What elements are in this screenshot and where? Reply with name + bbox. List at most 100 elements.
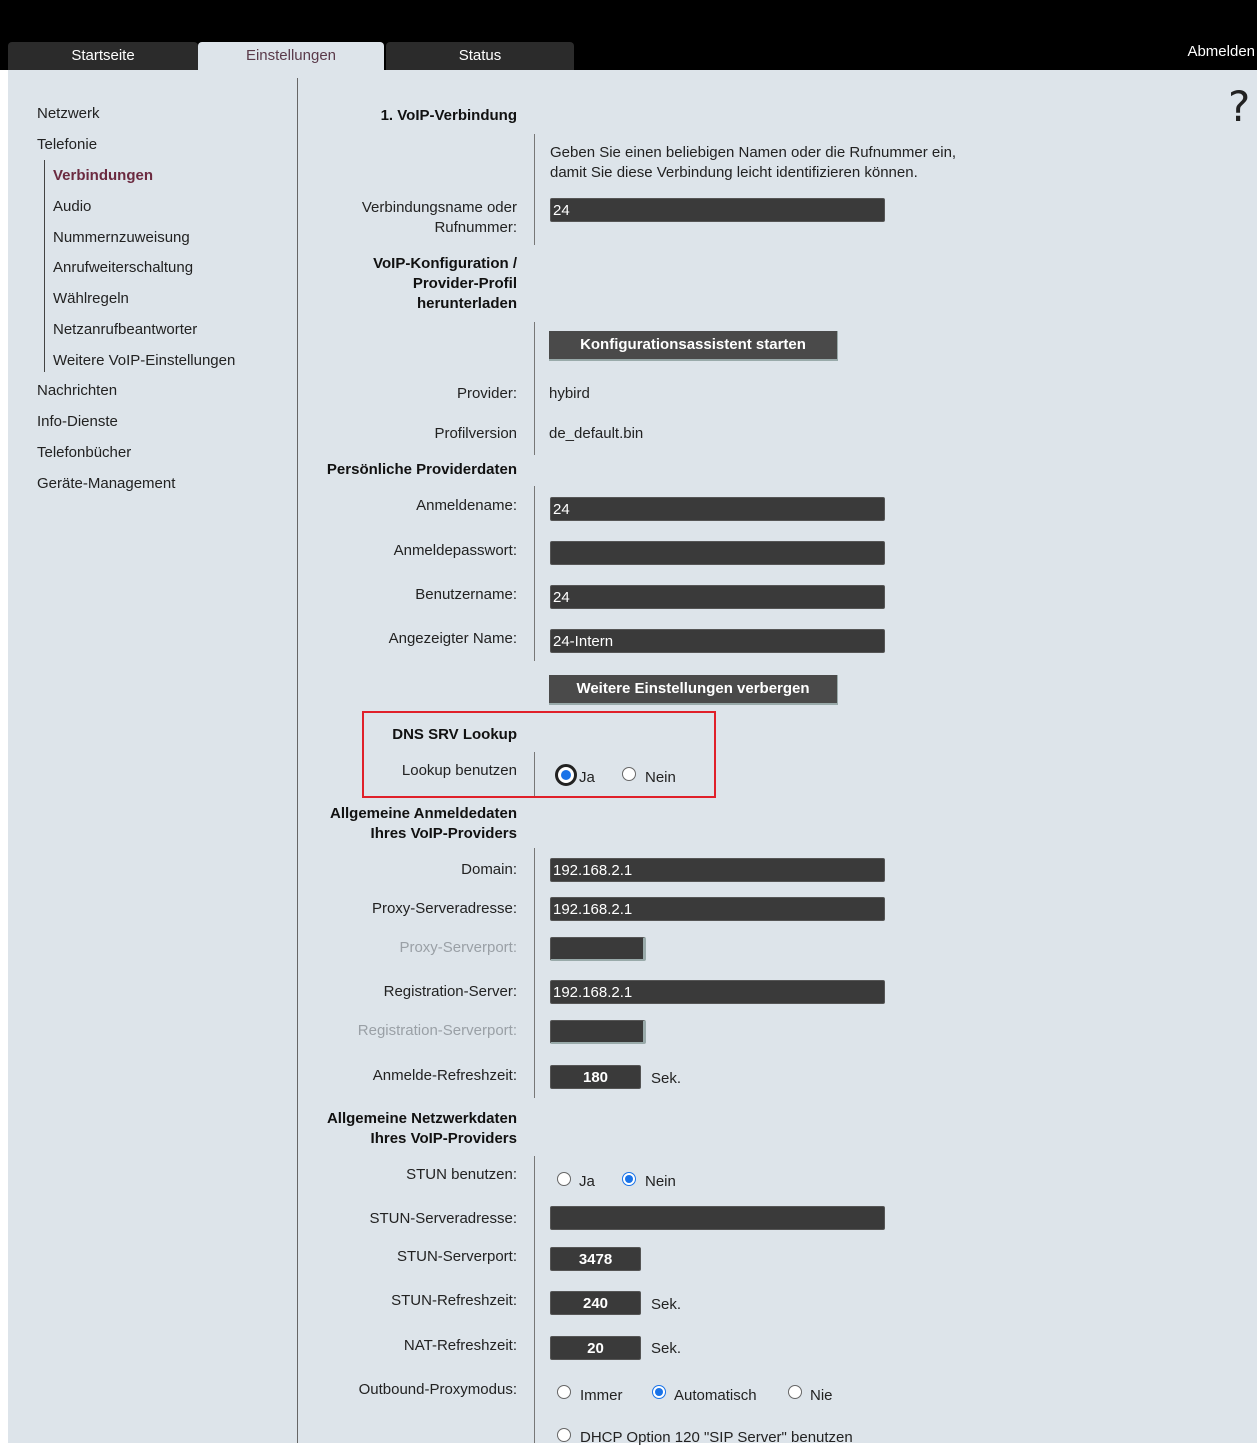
domain-label: Domain: [461, 861, 517, 878]
nat-refresh-label: NAT-Refreshzeit: [403, 1337, 517, 1354]
proxy-addr-label: Proxy-Serveradresse: [371, 900, 517, 917]
wizard-button[interactable]: Konfigurationsassistent starten [549, 331, 838, 361]
tab-einstellungen[interactable]: Einstellungen [198, 42, 384, 70]
username-input[interactable]: 24 [550, 585, 885, 609]
sidebar-item-telefonie[interactable]: Telefonie [37, 136, 97, 153]
stun-nein-radio[interactable] [622, 1172, 636, 1186]
stun-addr-input[interactable] [550, 1206, 885, 1230]
outbound-nie-label: Nie [810, 1387, 833, 1404]
provider-label: Provider: [456, 385, 517, 402]
column-divider [534, 486, 535, 661]
section-line: herunterladen [416, 295, 517, 312]
column-divider [534, 848, 535, 1098]
section-line: Allgemeine Anmeldedaten [330, 805, 517, 822]
lookup-nein-radio[interactable] [622, 767, 636, 781]
stun-port-input[interactable]: 3478 [550, 1247, 641, 1271]
username-label: Benutzername: [415, 586, 517, 603]
outbound-label: Outbound-Proxymodus: [358, 1381, 517, 1398]
stun-nein-label: Nein [645, 1173, 676, 1190]
sidebar-item-nachrichten[interactable]: Nachrichten [37, 382, 117, 399]
nat-refresh-input[interactable]: 20 [550, 1336, 641, 1360]
display-name-label: Angezeigter Name: [388, 630, 517, 647]
column-divider [534, 1156, 535, 1443]
login-name-input[interactable]: 24 [550, 497, 885, 521]
sidebar-divider [297, 78, 298, 1443]
refresh-label: Anmelde-Refreshzeit: [372, 1067, 517, 1084]
outbound-immer-label: Immer [580, 1387, 623, 1404]
sidebar-item-netzwerk[interactable]: Netzwerk [37, 105, 100, 122]
section-line: Ihres VoIP-Providers [370, 1130, 517, 1147]
section-title-voip-config: VoIP-Konfiguration / Provider-Profil her… [373, 254, 517, 314]
stun-addr-label: STUN-Serveradresse: [369, 1210, 517, 1227]
reg-server-input[interactable]: 192.168.2.1 [550, 980, 885, 1004]
stun-refresh-unit: Sek. [651, 1296, 682, 1313]
outbound-nie-radio[interactable] [788, 1385, 802, 1399]
refresh-input[interactable]: 180 [550, 1065, 641, 1089]
column-divider [534, 322, 535, 455]
sidebar-item-nummernzuweisung[interactable]: Nummernzuweisung [53, 229, 190, 246]
tab-startseite[interactable]: Startseite [8, 42, 198, 70]
refresh-unit: Sek. [651, 1070, 682, 1087]
stun-refresh-label: STUN-Refreshzeit: [391, 1292, 517, 1309]
display-name-input[interactable]: 24-Intern [550, 629, 885, 653]
help-icon[interactable]: ? [1228, 82, 1250, 131]
sidebar-item-audio[interactable]: Audio [53, 198, 91, 215]
section-line: Ihres VoIP-Providers [370, 825, 517, 842]
section-line: Provider-Profil [412, 275, 517, 292]
sidebar-item-anrufweiterschaltung[interactable]: Anrufweiterschaltung [53, 259, 193, 276]
section-title-dns: DNS SRV Lookup [392, 726, 517, 743]
lookup-ja-radio[interactable] [555, 764, 577, 786]
conn-name-label: Verbindungsname oder Rufnummer: [362, 198, 517, 238]
proxy-addr-input[interactable]: 192.168.2.1 [550, 897, 885, 921]
logout-link[interactable]: Abmelden [1187, 43, 1255, 60]
more-settings-button[interactable]: Weitere Einstellungen verbergen [549, 675, 838, 705]
sidebar-item-waehlregeln[interactable]: Wählregeln [53, 290, 129, 307]
domain-input[interactable]: 192.168.2.1 [550, 858, 885, 882]
tab-status[interactable]: Status [386, 42, 574, 70]
dhcp-option-label: DHCP Option 120 "SIP Server" benutzen [580, 1429, 853, 1446]
login-name-label: Anmeldename: [416, 497, 517, 514]
section-title-voip: 1. VoIP-Verbindung [380, 107, 517, 124]
provider-value: hybird [549, 385, 590, 402]
info-line: damit Sie diese Verbindung leicht identi… [550, 164, 918, 181]
stun-port-label: STUN-Serverport: [396, 1248, 517, 1265]
submenu-indicator [44, 160, 45, 372]
section-title-network: Allgemeine Netzwerkdaten Ihres VoIP-Prov… [327, 1109, 517, 1149]
profile-value: de_default.bin [549, 425, 644, 442]
conn-name-input[interactable]: 24 [550, 198, 885, 222]
stun-use-label: STUN benutzen: [406, 1166, 517, 1183]
lookup-ja-label: Ja [579, 769, 595, 786]
stun-refresh-input[interactable]: 240 [550, 1291, 641, 1315]
reg-server-label: Registration-Server: [383, 983, 517, 1000]
dhcp-option-radio[interactable] [557, 1428, 571, 1442]
proxy-port-input[interactable] [550, 937, 646, 961]
login-pass-label: Anmeldepasswort: [393, 542, 517, 559]
section-line: VoIP-Konfiguration / [373, 255, 517, 272]
sidebar-item-weitere-voip[interactable]: Weitere VoIP-Einstellungen [53, 352, 235, 369]
sidebar-item-netzanrufbeantworter[interactable]: Netzanrufbeantworter [53, 321, 197, 338]
sidebar-item-telefonbuecher[interactable]: Telefonbücher [37, 444, 131, 461]
outbound-immer-radio[interactable] [557, 1385, 571, 1399]
proxy-port-label: Proxy-Serverport: [399, 939, 517, 956]
info-line: Geben Sie einen beliebigen Namen oder di… [550, 144, 957, 161]
section-line: Allgemeine Netzwerkdaten [326, 1110, 517, 1127]
sidebar-item-info-dienste[interactable]: Info-Dienste [37, 413, 118, 430]
sidebar-item-verbindungen[interactable]: Verbindungen [53, 167, 153, 184]
sidebar-item-geraete-management[interactable]: Geräte-Management [37, 475, 175, 492]
label-line: Verbindungsname oder [361, 199, 517, 216]
login-pass-input[interactable] [550, 541, 885, 565]
outbound-automatisch-label: Automatisch [674, 1387, 757, 1404]
info-text: Geben Sie einen beliebigen Namen oder di… [550, 143, 956, 183]
column-divider [534, 134, 535, 245]
reg-port-label: Registration-Serverport: [357, 1022, 517, 1039]
section-title-login: Allgemeine Anmeldedaten Ihres VoIP-Provi… [330, 804, 517, 844]
lookup-nein-label: Nein [645, 769, 676, 786]
reg-port-input[interactable] [550, 1020, 646, 1044]
label-line: Rufnummer: [434, 219, 517, 236]
outbound-automatisch-radio[interactable] [652, 1385, 666, 1399]
profile-label: Profilversion [434, 425, 517, 442]
section-title-personal: Persönliche Providerdaten [326, 461, 517, 478]
stun-ja-radio[interactable] [557, 1172, 571, 1186]
nat-refresh-unit: Sek. [651, 1340, 682, 1357]
stun-ja-label: Ja [579, 1173, 595, 1190]
